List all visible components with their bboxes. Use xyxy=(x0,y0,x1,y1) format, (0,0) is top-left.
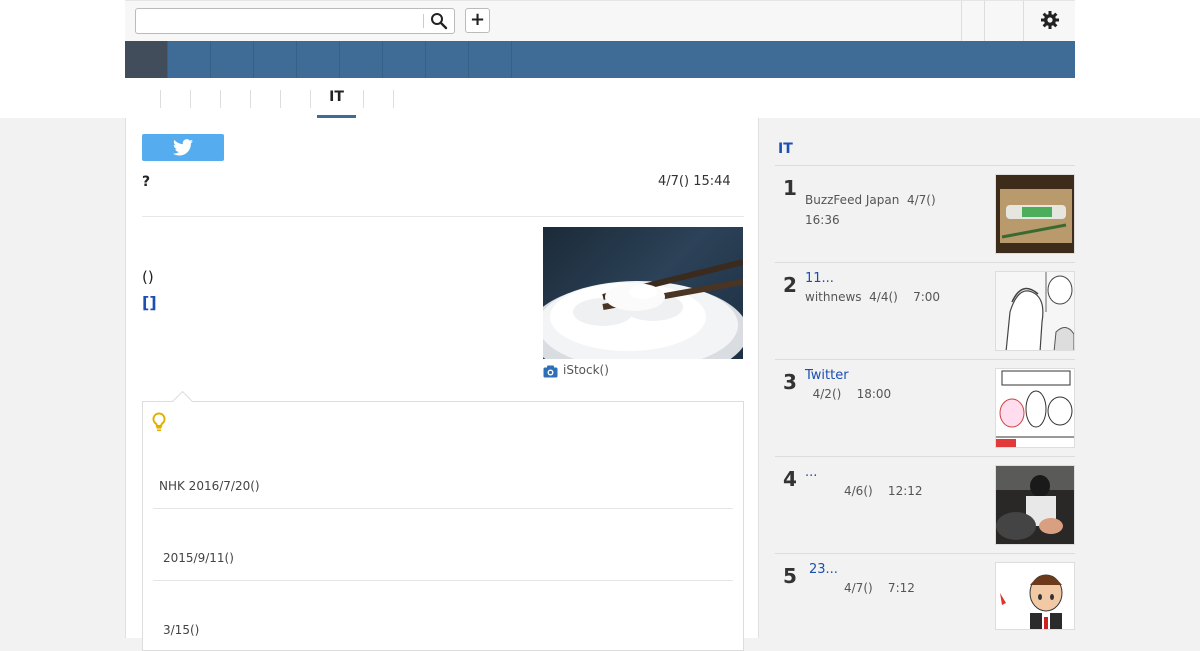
subtab-divider xyxy=(280,90,281,108)
article-mark: ? xyxy=(142,174,151,190)
tab-it-label: IT xyxy=(329,89,344,105)
rank-number: 2 xyxy=(783,273,797,297)
search-input[interactable] xyxy=(140,11,420,33)
search-box xyxy=(135,8,455,34)
ranking-item-title[interactable]: Twitter xyxy=(805,368,849,383)
subtab-divider xyxy=(220,90,221,108)
rank-number: 3 xyxy=(783,370,797,394)
ranking-item-meta: 4/6() 12:12 xyxy=(844,484,923,498)
photo-caption: iStock() xyxy=(563,363,609,377)
subtab-divider xyxy=(393,90,394,108)
ranking-item-title[interactable]: 11... xyxy=(805,271,834,286)
tweet-button[interactable] xyxy=(142,134,224,161)
add-button[interactable]: + xyxy=(465,8,490,33)
settings-button[interactable] xyxy=(1040,10,1060,30)
article-date: 4/7() 15:44 xyxy=(658,174,731,189)
subtab-divider xyxy=(160,90,161,108)
info-box: NHK 2016/7/20() 2015/9/11() 3/15() xyxy=(142,390,744,651)
ranking-item-meta: withnews 4/4() 7:00 xyxy=(805,290,941,304)
article-panel: ? 4/7() 15:44 () [] iStock() NHK 2016/7/… xyxy=(125,118,759,651)
ranking-item-meta: 4/2() 18:00 xyxy=(805,387,892,401)
article-photo-rice xyxy=(543,227,743,359)
divider xyxy=(153,580,733,581)
article-subtext: () xyxy=(142,268,154,286)
search-divider xyxy=(423,14,424,28)
rank-number: 4 xyxy=(783,467,797,491)
tab-it[interactable]: IT xyxy=(317,89,356,119)
ranking-item-time: 16:36 xyxy=(805,213,840,227)
ranking-thumbnail[interactable] xyxy=(995,271,1075,351)
category-nav xyxy=(125,41,1075,78)
nav-item[interactable] xyxy=(254,41,297,78)
nav-item[interactable] xyxy=(297,41,340,78)
ranking-item-title[interactable]: ... xyxy=(805,465,817,480)
ranking-thumbnail[interactable] xyxy=(995,562,1075,630)
nav-item-home[interactable] xyxy=(125,41,168,78)
header-bar: + xyxy=(125,0,1075,41)
nav-item[interactable] xyxy=(383,41,426,78)
header-divider xyxy=(984,1,985,41)
camera-icon xyxy=(543,365,558,378)
header-divider xyxy=(1023,1,1024,41)
info-line: NHK 2016/7/20() xyxy=(159,479,260,493)
divider xyxy=(775,553,1075,554)
subtab-divider xyxy=(363,90,364,108)
nav-item[interactable] xyxy=(469,41,512,78)
article-link[interactable]: [] xyxy=(142,293,157,312)
info-line: 3/15() xyxy=(163,623,200,637)
ranking-item-meta: BuzzFeed Japan 4/7() xyxy=(805,193,936,207)
divider xyxy=(775,359,1075,360)
ranking-item-title[interactable]: 23... xyxy=(809,562,838,577)
info-line: 2015/9/11() xyxy=(163,551,234,565)
header-divider xyxy=(961,1,962,41)
twitter-bird-icon xyxy=(173,139,193,156)
nav-item[interactable] xyxy=(211,41,254,78)
nav-item[interactable] xyxy=(168,41,211,78)
ranking-thumbnail[interactable] xyxy=(995,465,1075,545)
ranking-thumbnail[interactable] xyxy=(995,368,1075,448)
search-icon xyxy=(431,13,448,30)
divider xyxy=(775,165,1075,166)
info-box-notch xyxy=(171,390,194,413)
subtab-divider xyxy=(250,90,251,108)
subtab-divider xyxy=(310,90,311,108)
ranking-item-meta: 4/7() 7:12 xyxy=(844,581,915,595)
divider xyxy=(153,508,733,509)
divider xyxy=(775,456,1075,457)
nav-item[interactable] xyxy=(340,41,383,78)
ranking-thumbnail[interactable] xyxy=(995,174,1075,254)
nav-item[interactable] xyxy=(426,41,469,78)
search-button[interactable] xyxy=(430,12,450,30)
gear-icon xyxy=(1041,11,1059,29)
rank-number: 1 xyxy=(783,176,797,200)
divider xyxy=(775,262,1075,263)
lightbulb-icon xyxy=(152,412,166,432)
divider xyxy=(142,216,744,217)
rank-number: 5 xyxy=(783,564,797,588)
ranking-title: IT xyxy=(778,141,793,157)
subtab-divider xyxy=(190,90,191,108)
